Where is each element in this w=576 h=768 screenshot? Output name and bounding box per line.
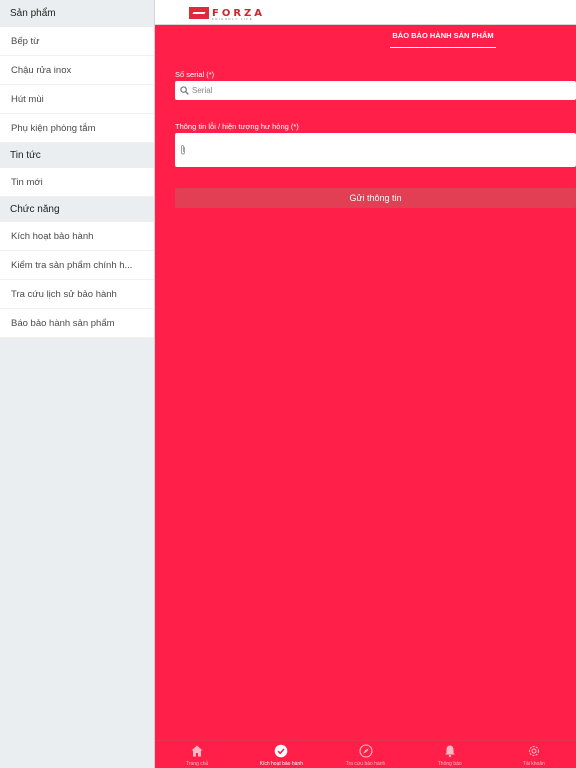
- nav-activate-label: Kích hoạt bảo hành: [259, 761, 303, 767]
- gear-icon: [528, 745, 539, 757]
- check-circle-icon: [274, 744, 288, 758]
- main-panel: FORZA FRIENDLY LIFE BÁO BẢO HÀNH SẢN PHẨ…: [155, 0, 576, 768]
- sidebar-item-induction-cooker[interactable]: Bếp từ: [0, 27, 154, 56]
- bell-icon: [444, 745, 455, 758]
- sidebar-item-report-warranty[interactable]: Báo bảo hành sản phẩm: [0, 309, 154, 338]
- sidebar-item-range-hood[interactable]: Hút mùi: [0, 85, 154, 114]
- serial-field[interactable]: [175, 81, 576, 100]
- tab-report-warranty[interactable]: BÁO BẢO HÀNH SẢN PHẨM: [390, 31, 496, 40]
- nav-notifications[interactable]: Thông báo: [408, 741, 492, 768]
- brand-logo: FORZA FRIENDLY LIFE: [189, 6, 265, 21]
- sidebar-item-warranty-history[interactable]: Tra cứu lịch sử bảo hành: [0, 280, 154, 309]
- nav-account[interactable]: Tài khoản: [492, 741, 576, 768]
- logo-tagline: FRIENDLY LIFE: [212, 17, 254, 21]
- top-bar: FORZA FRIENDLY LIFE: [155, 0, 576, 25]
- home-icon: [191, 745, 203, 757]
- sidebar-item-inox-sink[interactable]: Chậu rửa inox: [0, 56, 154, 85]
- serial-input[interactable]: [192, 86, 552, 95]
- sidebar-item-bathroom-accessories[interactable]: Phụ kiện phòng tắm: [0, 114, 154, 143]
- section-header-products: Sản phẩm: [0, 0, 154, 27]
- description-field[interactable]: [175, 133, 576, 167]
- sidebar-item-activate-warranty[interactable]: Kích hoạt bảo hành: [0, 222, 154, 251]
- desc-label: Thông tin lỗi / hiện tượng hư hỏng (*): [175, 122, 299, 131]
- nav-account-label: Tài khoản: [522, 761, 545, 767]
- sidebar-item-check-genuine[interactable]: Kiểm tra sản phẩm chính h...: [0, 251, 154, 280]
- section-header-functions: Chức năng: [0, 197, 154, 222]
- description-input[interactable]: [190, 145, 560, 155]
- nav-activate-warranty[interactable]: Kích hoạt bảo hành: [239, 741, 323, 768]
- nav-home-label: Trang chủ: [185, 761, 209, 767]
- paperclip-icon[interactable]: [179, 144, 187, 156]
- compass-icon: [358, 744, 373, 758]
- nav-home[interactable]: Trang chủ: [155, 741, 239, 768]
- section-header-news: Tin tức: [0, 143, 154, 168]
- sidebar-item-latest-news[interactable]: Tin mới: [0, 168, 154, 197]
- nav-notifications-label: Thông báo: [437, 761, 462, 767]
- serial-label: Số serial (*): [175, 70, 215, 79]
- logo-mark-icon: [189, 7, 209, 19]
- search-icon: [180, 86, 189, 95]
- nav-lookup-warranty[interactable]: Tra cứu bảo hành: [323, 741, 407, 768]
- tab-underline: [390, 47, 496, 48]
- submit-button[interactable]: Gửi thông tin: [175, 188, 576, 208]
- sidebar: Sản phẩm Bếp từ Chậu rửa inox Hút mùi Ph…: [0, 0, 155, 768]
- nav-lookup-label: Tra cứu bảo hành: [345, 761, 386, 767]
- bottom-nav: Trang chủ Kích hoạt bảo hành Tra cứu bảo…: [155, 740, 576, 768]
